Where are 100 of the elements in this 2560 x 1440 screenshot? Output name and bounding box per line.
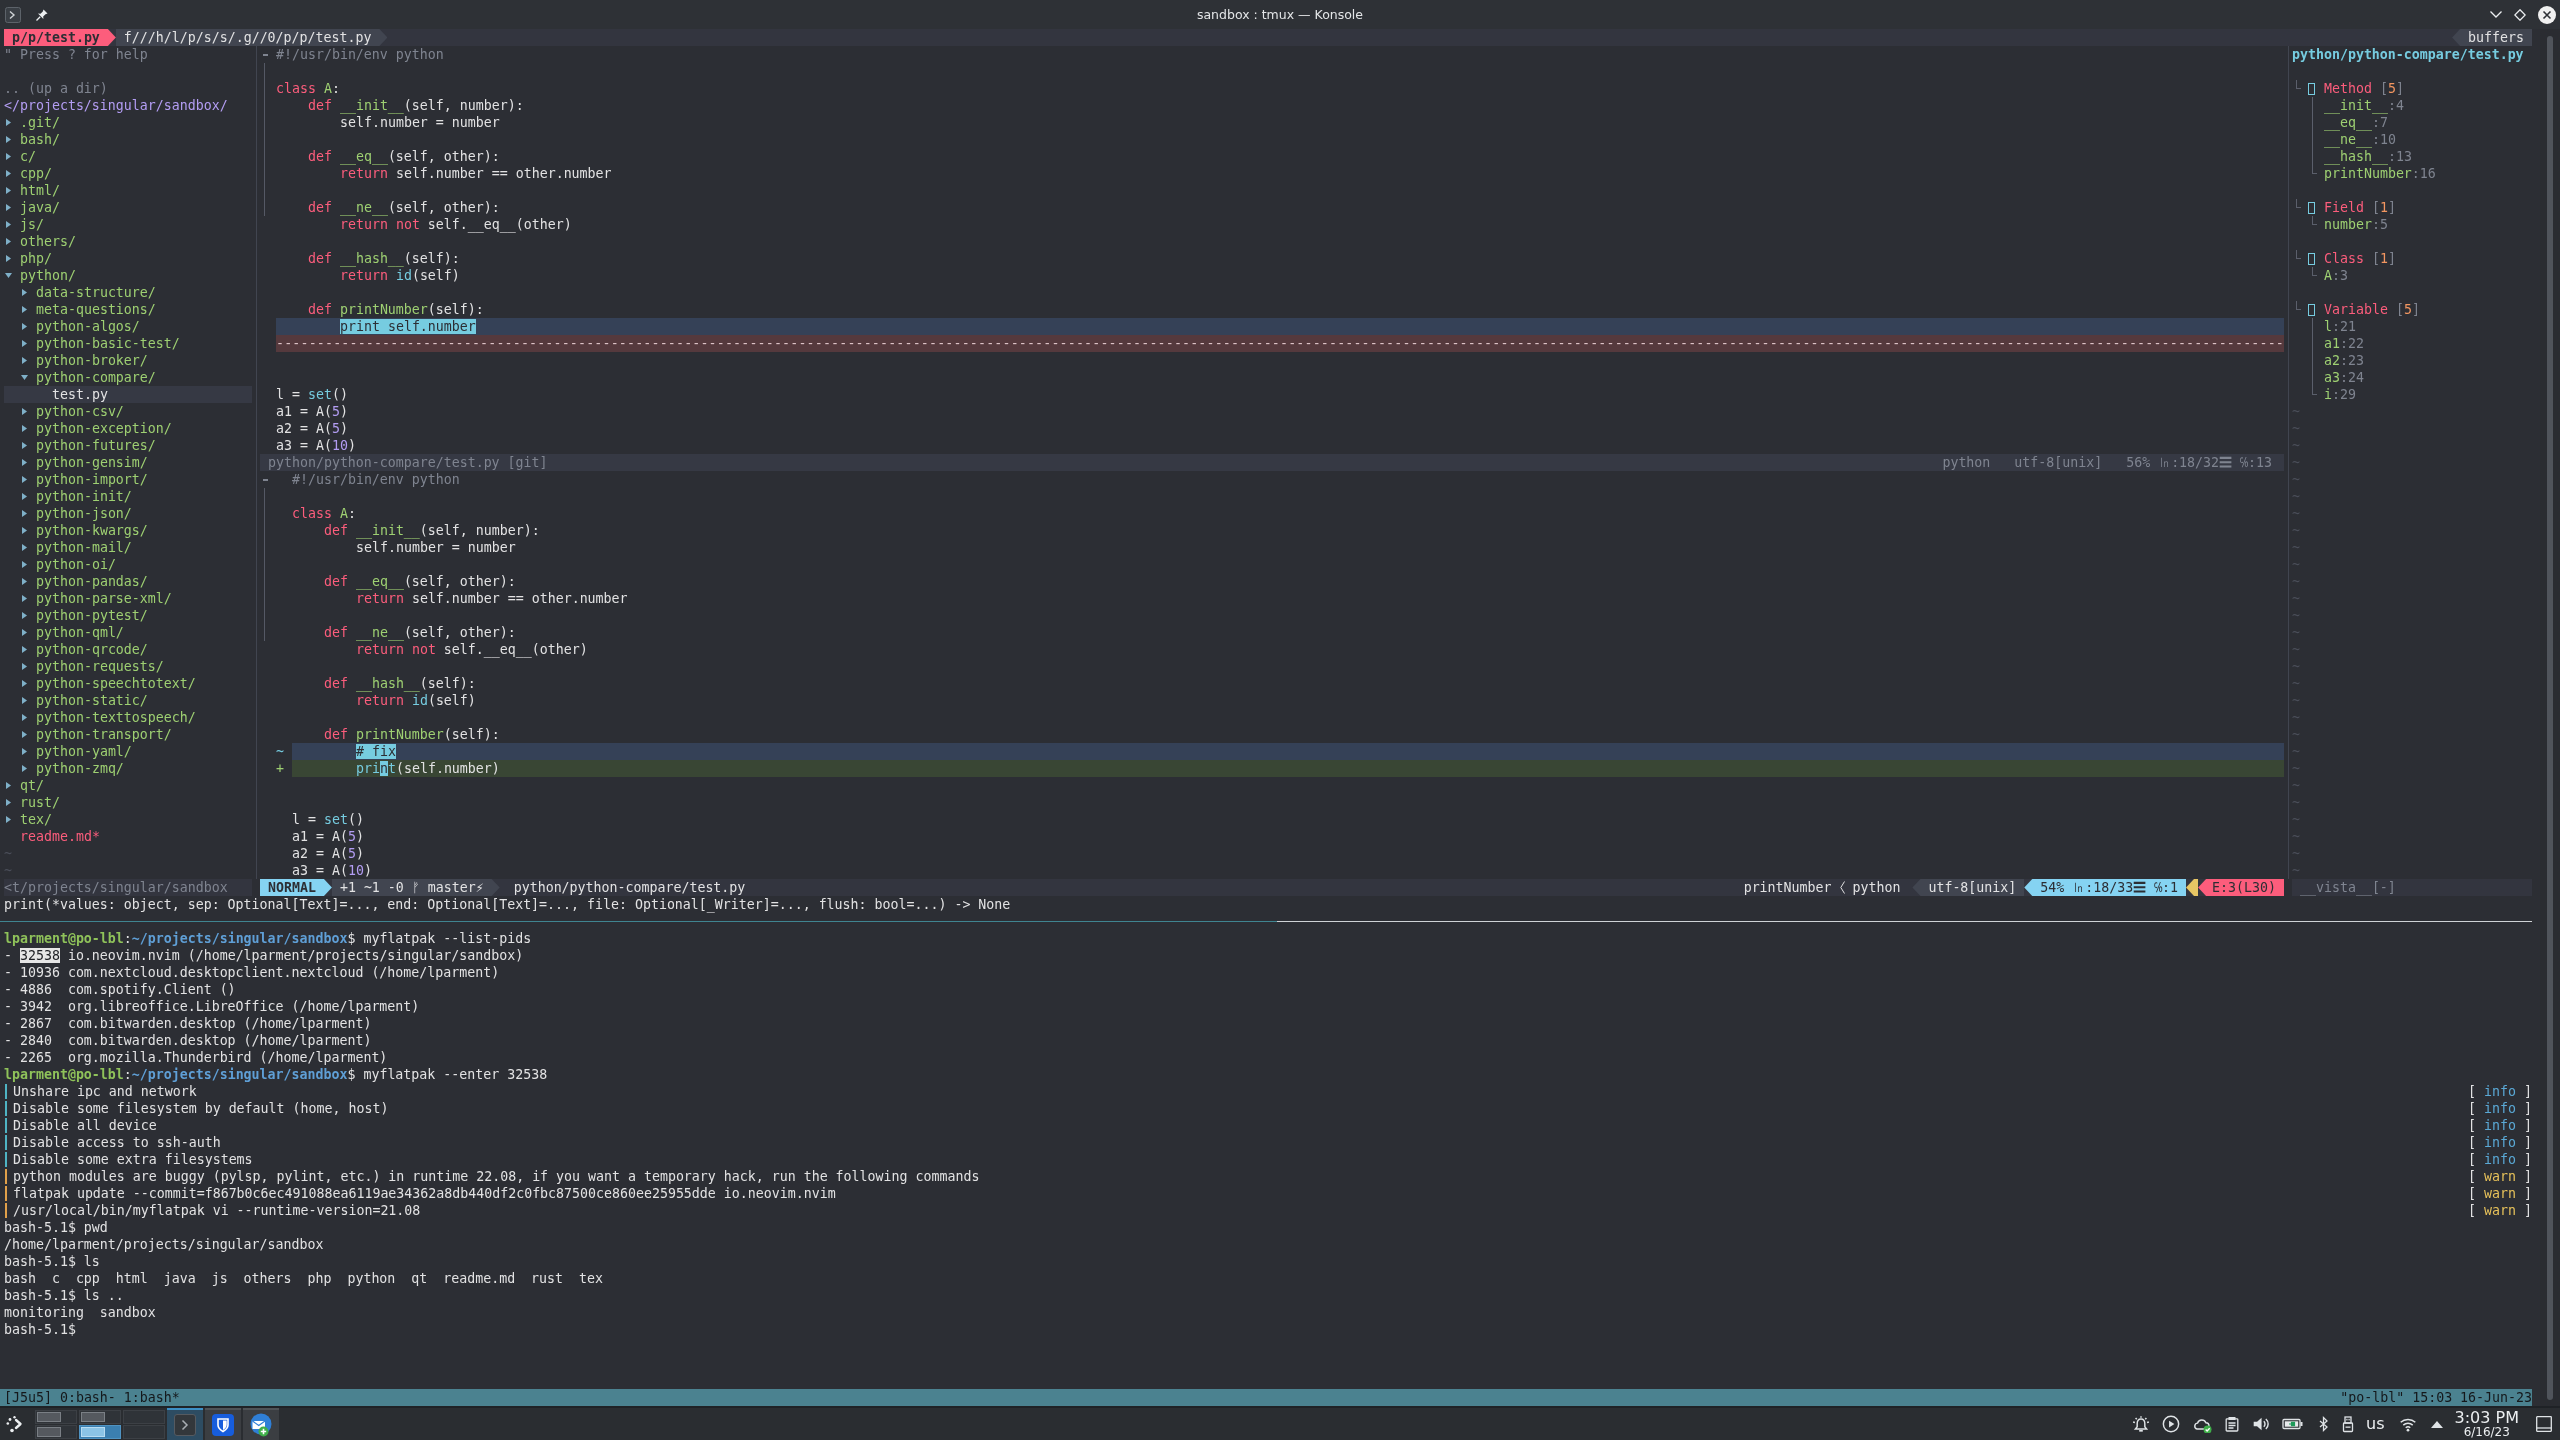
folder-item[interactable]: python-static/	[20, 692, 148, 709]
tag-item[interactable]: a1:22	[2324, 335, 2364, 352]
empty-line-marker: ~	[2292, 692, 2300, 709]
battery-charging-icon[interactable]	[2282, 1416, 2305, 1432]
diamond-icon[interactable]	[2514, 8, 2526, 21]
folder-item[interactable]: tex/	[4, 811, 52, 828]
tag-item[interactable]: __ne__:10	[2324, 131, 2396, 148]
tag-item[interactable]: i:29	[2324, 386, 2356, 403]
folder-item[interactable]: python-pandas/	[20, 573, 148, 590]
folder-item[interactable]: python-transport/	[20, 726, 172, 743]
empty-line-marker: ~	[2292, 811, 2300, 828]
taskbar-button[interactable]	[243, 1408, 279, 1440]
tag-group[interactable]: Method [5]	[2324, 80, 2404, 97]
folder-item[interactable]: python-algos/	[20, 318, 140, 335]
folder-item[interactable]: data-structure/	[20, 284, 156, 301]
tag-item[interactable]: a3:24	[2324, 369, 2364, 386]
tag-item[interactable]: __init__:4	[2324, 97, 2404, 114]
folder-item[interactable]: python-zmq/	[20, 760, 124, 777]
folder-item[interactable]: python-basic-test/	[20, 335, 180, 352]
empty-line-marker: ~	[2292, 845, 2300, 862]
virtual-desktop[interactable]	[79, 1424, 121, 1439]
folder-item[interactable]: python-compare/	[20, 369, 156, 386]
folder-item[interactable]: python-qml/	[20, 624, 124, 641]
folder-item[interactable]: python-broker/	[20, 352, 148, 369]
dotted-chevron-icon[interactable]	[6, 1415, 24, 1433]
minus-icon[interactable]	[263, 478, 268, 481]
folder-item[interactable]: python-oi/	[20, 556, 116, 573]
clock-date[interactable]: 6/16/23	[2463, 1426, 2510, 1439]
code-line: a1 = A(5)	[276, 403, 348, 420]
speaker-icon[interactable]	[2252, 1415, 2271, 1433]
folder-item[interactable]: html/	[4, 182, 60, 199]
file-item[interactable]: test.py	[4, 386, 252, 403]
folder-item[interactable]: python-kwargs/	[20, 522, 148, 539]
folder-item[interactable]: js/	[4, 216, 44, 233]
folder-item[interactable]: python-import/	[20, 471, 148, 488]
log-level-tag: [ info ]	[2468, 1151, 2532, 1168]
window-tab[interactable]: 1:bash*	[123, 1389, 180, 1406]
folder-item[interactable]: others/	[4, 233, 76, 250]
output-line: - 3942 org.libreoffice.LibreOffice (/home/lparment)	[4, 998, 420, 1015]
log-message: Disable all device	[13, 1117, 157, 1134]
clock-time[interactable]: 3:03 PM	[2454, 1409, 2519, 1426]
taskbar-button[interactable]	[205, 1408, 241, 1440]
folder-item[interactable]: python-exception/	[20, 420, 172, 437]
clipboard-icon[interactable]	[2224, 1415, 2241, 1433]
file-item[interactable]: readme.md*	[20, 828, 100, 845]
folder-item[interactable]: python-pytest/	[20, 607, 148, 624]
chevron-down-icon[interactable]	[2490, 11, 2502, 18]
pin-icon[interactable]	[36, 8, 48, 21]
tag-item[interactable]: number:5	[2324, 216, 2388, 233]
folder-item[interactable]: .git/	[4, 114, 60, 131]
play-circle-icon[interactable]	[2162, 1415, 2181, 1433]
folder-item[interactable]: meta-questions/	[20, 301, 156, 318]
folder-item[interactable]: python-speechtotext/	[20, 675, 196, 692]
parent-directory-link[interactable]: .. (up a dir)	[4, 80, 108, 97]
terminal-icon[interactable]	[5, 6, 21, 23]
tag-item[interactable]: a2:23	[2324, 352, 2364, 369]
code-line: return id(self)	[340, 267, 460, 284]
buffer-tab[interactable]: p/p/test.py	[4, 29, 116, 46]
folder-item[interactable]: python-yaml/	[20, 743, 132, 760]
folder-item[interactable]: python-parse-xml/	[20, 590, 172, 607]
folder-item[interactable]: bash/	[4, 131, 60, 148]
folder-item[interactable]: python-csv/	[20, 403, 124, 420]
folder-item[interactable]: python-texttospeech/	[20, 709, 196, 726]
tag-item[interactable]: __eq__:7	[2324, 114, 2388, 131]
close-icon[interactable]	[2538, 5, 2556, 24]
output-line: - 10936 com.nextcloud.desktopclient.nextcloud (/home/lparment)	[4, 964, 500, 981]
bell-icon[interactable]	[2132, 1415, 2151, 1433]
tag-item[interactable]: printNumber:16	[2324, 165, 2436, 182]
code-line: def __eq__(self, other):	[308, 148, 500, 165]
minus-icon[interactable]	[263, 53, 268, 56]
mode-indicator: NORMAL	[260, 879, 332, 896]
folder-item[interactable]: qt/	[4, 777, 44, 794]
folder-item[interactable]: python-qrcode/	[20, 641, 148, 658]
folder-item[interactable]: python-mail/	[20, 539, 132, 556]
square-outline-icon	[2308, 201, 2315, 214]
tag-item[interactable]: A:3	[2324, 267, 2348, 284]
folder-item[interactable]: python-json/	[20, 505, 132, 522]
folder-item[interactable]: python-gensim/	[20, 454, 148, 471]
buffer-tab[interactable]: f///h/l/p/s/s/.g//0/p/p/test.py	[115, 29, 388, 46]
folder-item[interactable]: java/	[4, 199, 60, 216]
folder-item[interactable]: php/	[4, 250, 52, 267]
folder-item[interactable]: c/	[4, 148, 36, 165]
folder-item[interactable]: rust/	[4, 794, 60, 811]
folder-item[interactable]: python/	[4, 267, 76, 284]
window-outline-icon[interactable]	[2536, 1416, 2552, 1432]
tag-item[interactable]: __hash__:13	[2324, 148, 2412, 165]
empty-line-marker: ~	[4, 862, 12, 879]
scrollbar-handle[interactable]	[2547, 36, 2553, 1400]
usb-drive-icon[interactable]	[2342, 1415, 2355, 1433]
tag-group[interactable]: Field [1]	[2324, 199, 2396, 216]
folder-item[interactable]: cpp/	[4, 165, 52, 182]
keyboard-layout-label[interactable]: us	[2366, 1415, 2385, 1433]
tag-group[interactable]: Variable [5]	[2324, 301, 2420, 318]
folder-item[interactable]: python-init/	[20, 488, 132, 505]
window-tab[interactable]: 0:bash-	[59, 1389, 116, 1406]
folder-item[interactable]: python-requests/	[20, 658, 164, 675]
folder-item[interactable]: python-futures/	[20, 437, 156, 454]
tag-item[interactable]: l:21	[2324, 318, 2356, 335]
tag-group[interactable]: Class [1]	[2324, 250, 2396, 267]
caret-up-icon[interactable]	[2430, 1420, 2443, 1428]
